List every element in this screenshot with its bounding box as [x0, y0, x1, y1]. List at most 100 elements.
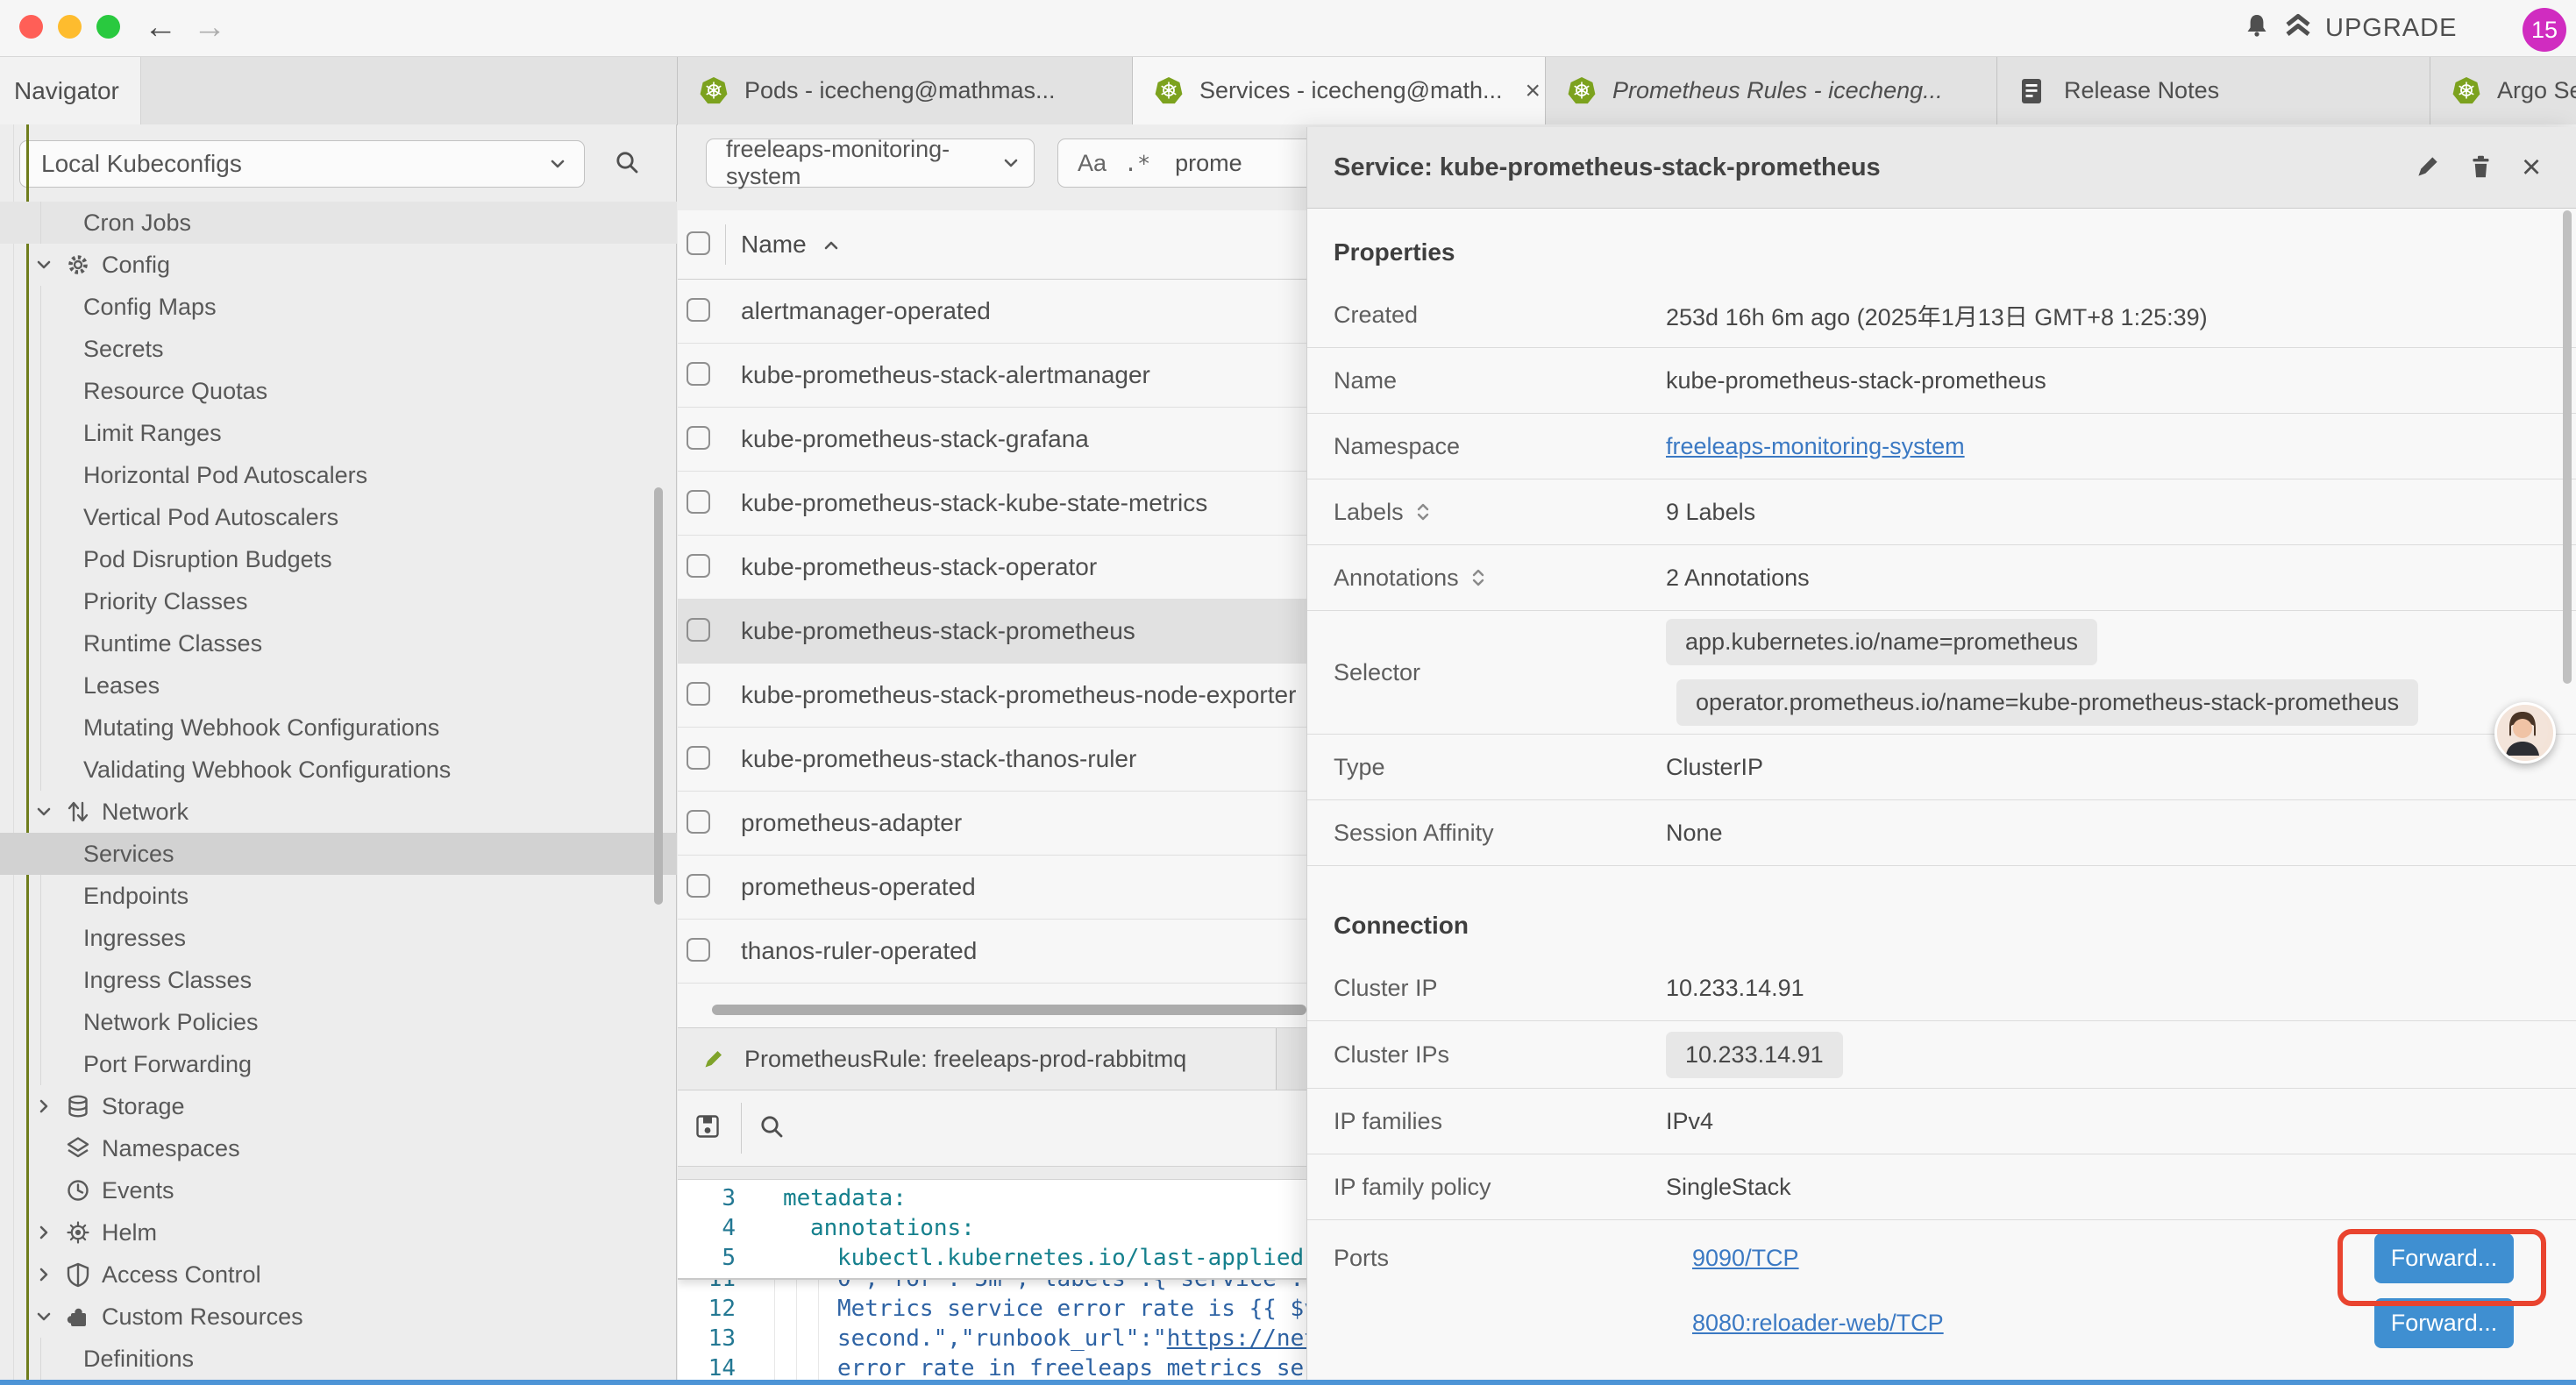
sidebar-search-icon[interactable]: [614, 149, 640, 175]
namespace-link[interactable]: freeleaps-monitoring-system: [1666, 433, 1965, 460]
row-checkbox[interactable]: [687, 810, 710, 834]
ip-families-value: IPv4: [1666, 1108, 1713, 1135]
sidebar-item-resource-quotas[interactable]: Resource Quotas: [0, 370, 677, 412]
namespace-filter-select[interactable]: freeleaps-monitoring-system: [706, 138, 1035, 188]
edit-pencil-icon: [701, 1046, 727, 1072]
sidebar-item-network-policies[interactable]: Network Policies: [0, 1001, 677, 1043]
sidebar-item-definitions[interactable]: Definitions: [0, 1338, 677, 1380]
ip-family-policy-value: SingleStack: [1666, 1174, 1791, 1201]
chevron-right-icon[interactable]: [35, 1266, 53, 1283]
sidebar-item-endpoints[interactable]: Endpoints: [0, 875, 677, 917]
sidebar-item-pod-disruption-budgets[interactable]: Pod Disruption Budgets: [0, 538, 677, 580]
chevron-down-icon: [549, 155, 566, 173]
match-case-toggle[interactable]: Aa: [1078, 150, 1107, 177]
tab-pods[interactable]: Pods - icecheng@mathmas...: [678, 57, 1133, 124]
sidebar-item-helm[interactable]: Helm: [0, 1211, 677, 1254]
row-checkbox[interactable]: [687, 490, 710, 514]
runbook-url-link[interactable]: https://net: [1167, 1325, 1318, 1352]
chevron-down-icon[interactable]: [35, 1308, 53, 1325]
panel-scrollbar[interactable]: [2563, 210, 2572, 684]
sidebar-item-storage[interactable]: Storage: [0, 1085, 677, 1127]
access-control-shield-icon: [65, 1261, 91, 1288]
sidebar-item-port-forwarding[interactable]: Port Forwarding: [0, 1043, 677, 1085]
sidebar-item-vertical-pod-autoscalers[interactable]: Vertical Pod Autoscalers: [0, 496, 677, 538]
edit-pencil-icon[interactable]: [2413, 152, 2443, 181]
delete-trash-icon[interactable]: [2466, 152, 2496, 181]
sidebar-item-cron-jobs[interactable]: Cron Jobs: [0, 202, 677, 244]
select-all-checkbox[interactable]: [687, 231, 710, 255]
row-checkbox[interactable]: [687, 746, 710, 770]
sidebar-item-custom-resources[interactable]: Custom Resources: [0, 1296, 677, 1338]
maximize-window-button[interactable]: [96, 15, 120, 39]
window-bottom-accent-bar: [0, 1380, 2576, 1385]
navigator-pane-tab[interactable]: Navigator: [0, 57, 141, 124]
tab-strip-spacer: [141, 57, 678, 124]
row-checkbox[interactable]: [687, 682, 710, 706]
chevron-right-icon[interactable]: [35, 1224, 53, 1241]
notification-count-badge[interactable]: 15: [2523, 8, 2566, 52]
sort-ascending-icon[interactable]: [822, 238, 840, 251]
editor-tab-prometheusrule[interactable]: PrometheusRule: freeleaps-prod-rabbitmq: [678, 1028, 1277, 1090]
name-row: Name kube-prometheus-stack-prometheus: [1307, 348, 2576, 414]
sidebar-item-ingresses[interactable]: Ingresses: [0, 917, 677, 959]
tab-argo[interactable]: Argo Se: [2430, 57, 2576, 124]
navigator-label: Navigator: [14, 77, 119, 105]
chevron-down-icon[interactable]: [35, 256, 53, 273]
upgrade-icon[interactable]: [2283, 11, 2313, 39]
sidebar-item-events[interactable]: Events: [0, 1169, 677, 1211]
sidebar-item-limit-ranges[interactable]: Limit Ranges: [0, 412, 677, 454]
expand-collapse-icon[interactable]: [1416, 502, 1430, 522]
sidebar-scrollbar[interactable]: [654, 487, 663, 905]
floating-user-avatar[interactable]: [2494, 702, 2556, 764]
sidebar-item-access-control[interactable]: Access Control: [0, 1254, 677, 1296]
sidebar-item-leases[interactable]: Leases: [0, 664, 677, 707]
row-checkbox[interactable]: [687, 938, 710, 962]
chevron-down-icon[interactable]: [35, 803, 53, 820]
row-checkbox[interactable]: [687, 874, 710, 898]
close-panel-icon[interactable]: ×: [2522, 146, 2541, 188]
session-affinity-value: None: [1666, 820, 1723, 847]
sidebar-item-horizontal-pod-autoscalers[interactable]: Horizontal Pod Autoscalers: [0, 454, 677, 496]
kubeconfig-select[interactable]: Local Kubeconfigs: [19, 140, 585, 188]
sidebar-item-validating-webhook-configurations[interactable]: Validating Webhook Configurations: [0, 749, 677, 791]
row-checkbox[interactable]: [687, 618, 710, 642]
sidebar-item-services[interactable]: Services: [0, 833, 677, 875]
sidebar-item-config[interactable]: Config: [0, 244, 677, 286]
row-checkbox[interactable]: [687, 298, 710, 322]
tab-strip: Navigator Pods - icecheng@mathmas... Ser…: [0, 57, 2576, 125]
tab-release-notes[interactable]: Release Notes: [1997, 57, 2430, 124]
tab-prometheus-rules[interactable]: Prometheus Rules - icecheng...: [1546, 57, 1997, 124]
sidebar-item-namespaces[interactable]: Namespaces: [0, 1127, 677, 1169]
editor-search-icon[interactable]: [758, 1113, 786, 1141]
kubernetes-icon: [1154, 76, 1184, 105]
annotations-row: Annotations 2 Annotations: [1307, 545, 2576, 611]
close-window-button[interactable]: [19, 15, 43, 39]
sidebar-item-secrets[interactable]: Secrets: [0, 328, 677, 370]
notifications-bell-icon[interactable]: [2243, 11, 2271, 39]
sidebar-item-runtime-classes[interactable]: Runtime Classes: [0, 622, 677, 664]
tab-argo-label: Argo Se: [2497, 77, 2576, 104]
row-checkbox[interactable]: [687, 426, 710, 450]
port-link-9090[interactable]: 9090/TCP: [1692, 1245, 1799, 1272]
row-checkbox[interactable]: [687, 362, 710, 386]
port-link-8080[interactable]: 8080:reloader-web/TCP: [1692, 1310, 1944, 1337]
row-checkbox[interactable]: [687, 554, 710, 578]
tab-services[interactable]: Services - icecheng@math... ×: [1133, 57, 1546, 124]
sidebar-item-mutating-webhook-configurations[interactable]: Mutating Webhook Configurations: [0, 707, 677, 749]
table-horizontal-scrollbar[interactable]: [712, 1005, 1306, 1015]
regex-toggle[interactable]: .*: [1124, 151, 1150, 176]
minimize-window-button[interactable]: [58, 15, 82, 39]
save-icon[interactable]: [694, 1112, 722, 1140]
forward-button[interactable]: →: [193, 6, 226, 48]
back-button[interactable]: ←: [144, 6, 177, 48]
sidebar-item-ingress-classes[interactable]: Ingress Classes: [0, 959, 677, 1001]
sidebar-item-priority-classes[interactable]: Priority Classes: [0, 580, 677, 622]
expand-collapse-icon[interactable]: [1471, 568, 1485, 587]
sidebar-item-network[interactable]: Network: [0, 791, 677, 833]
name-column-header[interactable]: Name: [741, 231, 807, 259]
tab-services-label: Services - icecheng@math...: [1199, 77, 1503, 104]
upgrade-button[interactable]: UPGRADE: [2325, 14, 2457, 43]
tab-close-icon[interactable]: ×: [1526, 76, 1541, 106]
sidebar-item-config-maps[interactable]: Config Maps: [0, 286, 677, 328]
chevron-right-icon[interactable]: [35, 1097, 53, 1115]
